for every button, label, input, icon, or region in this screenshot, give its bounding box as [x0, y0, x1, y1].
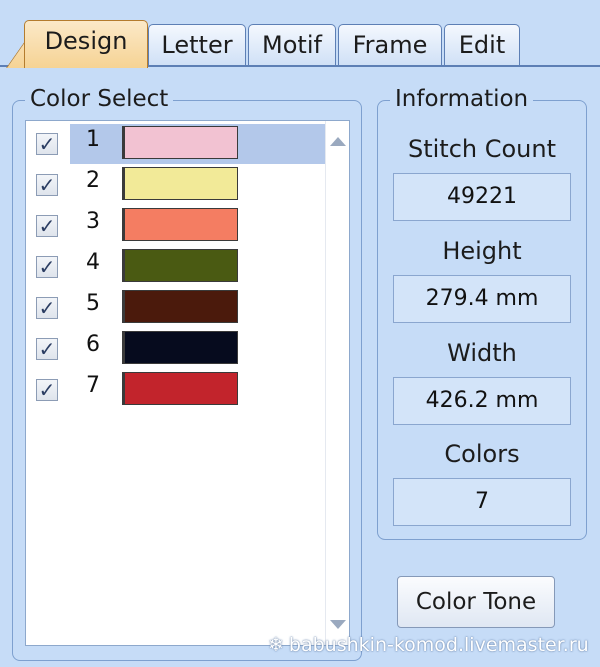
- color-row-6[interactable]: ✓ 6: [26, 326, 326, 366]
- color-row-7[interactable]: ✓ 7: [26, 367, 326, 407]
- color-5-number: 5: [86, 291, 100, 316]
- color-7-swatch[interactable]: [122, 372, 238, 405]
- color-4-checkbox[interactable]: ✓: [36, 256, 58, 278]
- color-row-1[interactable]: ✓ 1: [26, 121, 338, 164]
- color-3-swatch[interactable]: [122, 208, 238, 241]
- color-select-title: Color Select: [25, 86, 174, 112]
- height-label: Height: [442, 237, 522, 265]
- color-5-swatch[interactable]: [122, 290, 238, 323]
- color-2-number: 2: [86, 168, 100, 193]
- snowflake-icon: ❄: [268, 634, 284, 656]
- scroll-down-arrow-icon[interactable]: [330, 620, 346, 629]
- scroll-up-arrow-icon[interactable]: [330, 137, 346, 146]
- color-2-checkbox[interactable]: ✓: [36, 174, 58, 196]
- stitch-count-label: Stitch Count: [407, 135, 557, 163]
- color-1-number: 1: [86, 127, 100, 152]
- color-7-number: 7: [86, 373, 100, 398]
- color-6-swatch[interactable]: [122, 331, 238, 364]
- color-7-checkbox[interactable]: ✓: [36, 379, 58, 401]
- color-3-checkbox[interactable]: ✓: [36, 215, 58, 237]
- information-title: Information: [390, 86, 534, 112]
- color-list[interactable]: ✓ 1 ✓ 2 ✓ 3 ✓ 4 ✓ 5 ✓ 6 ✓ 7: [25, 120, 350, 646]
- colors-value: 7: [393, 478, 571, 526]
- color-4-swatch[interactable]: [122, 249, 238, 282]
- color-4-number: 4: [86, 250, 100, 275]
- color-1-checkbox[interactable]: ✓: [36, 133, 58, 155]
- width-label: Width: [447, 339, 517, 367]
- color-row-5[interactable]: ✓ 5: [26, 285, 326, 325]
- tab-letter[interactable]: Letter: [148, 24, 246, 66]
- tab-design[interactable]: Design: [24, 20, 148, 68]
- watermark: ❄ babushkin-komod.livemaster.ru: [268, 634, 589, 656]
- tab-motif[interactable]: Motif: [248, 24, 336, 66]
- color-6-checkbox[interactable]: ✓: [36, 338, 58, 360]
- color-list-scrollbar[interactable]: [325, 121, 349, 645]
- color-3-number: 3: [86, 209, 100, 234]
- colors-label: Colors: [444, 440, 520, 468]
- color-1-swatch[interactable]: [122, 126, 238, 159]
- color-row-4[interactable]: ✓ 4: [26, 244, 326, 284]
- color-row-2[interactable]: ✓ 2: [26, 162, 326, 202]
- color-tone-button[interactable]: Color Tone: [397, 576, 555, 628]
- color-2-swatch[interactable]: [122, 167, 238, 200]
- watermark-text: babushkin-komod.livemaster.ru: [288, 634, 589, 656]
- color-6-number: 6: [86, 332, 100, 357]
- tab-frame[interactable]: Frame: [338, 24, 442, 66]
- tab-edit[interactable]: Edit: [444, 24, 520, 66]
- stitch-count-value: 49221: [393, 173, 571, 221]
- color-row-3[interactable]: ✓ 3: [26, 203, 326, 243]
- height-value: 279.4 mm: [393, 275, 571, 323]
- color-5-checkbox[interactable]: ✓: [36, 297, 58, 319]
- width-value: 426.2 mm: [393, 377, 571, 425]
- tab-bar: Design Letter Motif Frame Edit: [0, 0, 600, 68]
